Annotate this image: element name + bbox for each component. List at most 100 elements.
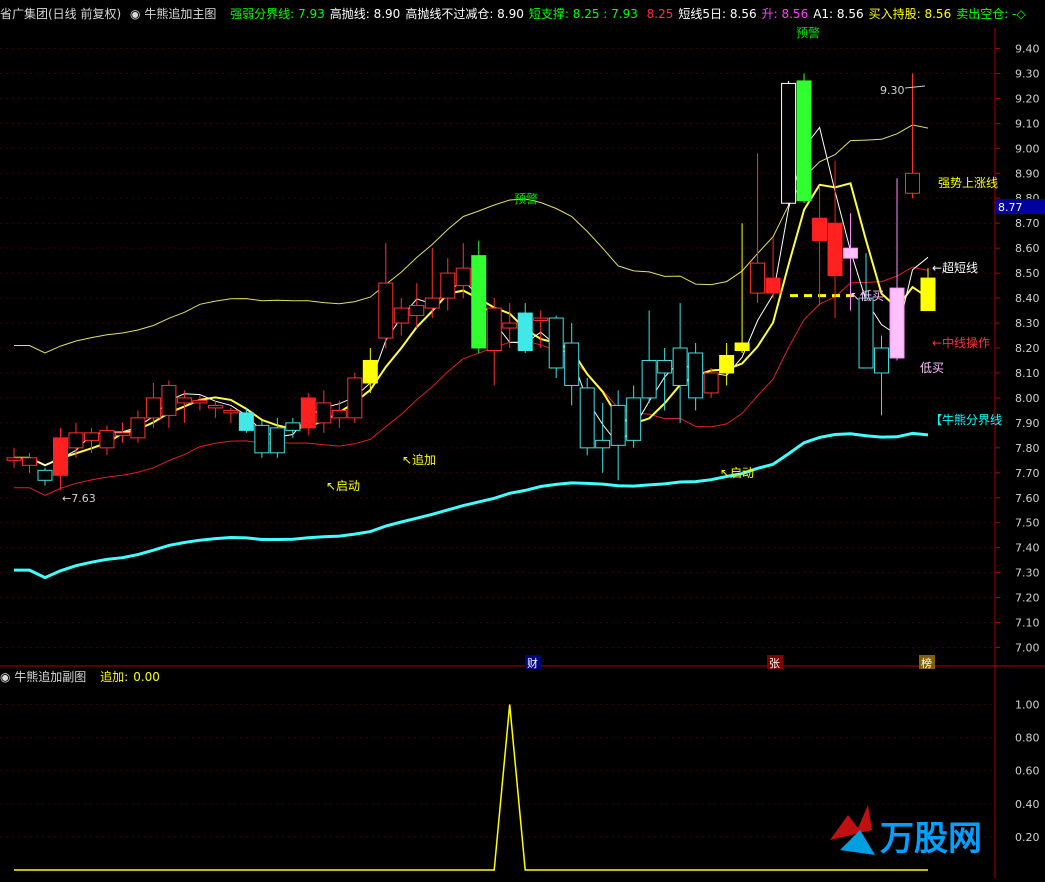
candle-body-52 (812, 217, 828, 242)
tick-label-16: 7.80 (1015, 442, 1040, 455)
candle-31 (486, 298, 502, 386)
candle-body-57 (889, 287, 905, 359)
candle-42 (657, 348, 673, 411)
lower-band-line (14, 266, 929, 496)
candle-body-50 (781, 82, 797, 204)
candle-33 (517, 303, 533, 353)
candle-56 (874, 335, 890, 416)
candle-44 (688, 343, 704, 411)
candle-body-23 (362, 359, 378, 384)
candle-45 (703, 367, 719, 398)
candle-body-46 (719, 354, 735, 374)
tick-label-22: 7.20 (1015, 592, 1040, 605)
candle-body-10 (161, 384, 177, 416)
candle-body-51 (796, 80, 812, 202)
candle-11 (176, 390, 192, 423)
candle-body-6 (99, 429, 115, 449)
candle-body-56 (874, 347, 890, 374)
candle-19 (300, 392, 316, 436)
sub-indicator-name[interactable]: ◉ 牛熊追加副图 (0, 670, 91, 684)
annot-qidong-2: ↖启动 (720, 466, 754, 480)
sub-header: ◉ 牛熊追加副图 追加: 0.00 (0, 666, 995, 688)
sub-tick-label-2: 0.60 (1015, 765, 1040, 778)
candle-body-0 (6, 457, 22, 461)
candle-body-16 (254, 424, 270, 454)
tick-label-1: 9.30 (1015, 67, 1040, 80)
candle-body-41 (641, 359, 657, 399)
candle-body-37 (579, 387, 595, 449)
candle-30 (471, 240, 487, 353)
annot-chaoduan: ←超短线 (932, 260, 978, 275)
candle-50 (781, 80, 797, 206)
tick-label-19: 7.50 (1015, 517, 1040, 530)
candle-16 (254, 420, 270, 458)
candle-body-4 (68, 432, 84, 449)
candle-48 (750, 153, 766, 304)
candle-body-44 (688, 352, 704, 399)
candle-body-17 (269, 427, 285, 454)
sub-item-label: 追加: (100, 670, 129, 684)
candle-body-22 (347, 377, 363, 419)
candle-body-24 (378, 282, 394, 339)
tick-label-7: 8.70 (1015, 217, 1040, 230)
candle-body-7 (114, 432, 130, 436)
candle-1 (21, 452, 37, 473)
annot-low-price: ←7.63 (62, 492, 96, 505)
candle-36 (564, 323, 580, 406)
candle-52 (812, 185, 828, 306)
tick-label-13: 8.10 (1015, 367, 1040, 380)
tick-label-10: 8.40 (1015, 292, 1040, 305)
candle-body-33 (517, 312, 533, 351)
candle-body-27 (424, 297, 440, 309)
candle-51 (796, 73, 812, 204)
candle-25 (393, 298, 409, 336)
candle-body-38 (595, 439, 611, 449)
candle-10 (161, 380, 177, 428)
candle-20 (316, 390, 332, 433)
candle-body-8 (130, 417, 146, 439)
candle-8 (130, 410, 146, 443)
bull-bear-line (14, 431, 929, 580)
annot-zhuijia: ↖追加 (402, 452, 436, 467)
candle-body-2 (37, 469, 53, 481)
candle-body-48 (750, 262, 766, 294)
candle-43 (672, 303, 688, 423)
candle-body-11 (176, 397, 192, 404)
candle-41 (641, 310, 657, 403)
candle-body-19 (300, 397, 316, 429)
tick-label-12: 8.20 (1015, 342, 1040, 355)
annot-niuxiong: 【牛熊分界线 (930, 412, 1002, 427)
candle-body-39 (610, 404, 626, 446)
candle-body-25 (393, 307, 409, 324)
candle-body-31 (486, 307, 502, 351)
candle-27 (424, 248, 440, 319)
sub-tick-label-0: 1.00 (1015, 699, 1040, 712)
annot-high-price: 9.30 (880, 84, 905, 97)
candle-body-14 (223, 409, 239, 414)
candle-23 (362, 348, 378, 393)
annot-yujing-2: 预警 (796, 25, 820, 40)
tick-label-20: 7.40 (1015, 542, 1040, 555)
tick-label-18: 7.60 (1015, 492, 1040, 505)
short-line (14, 182, 929, 467)
annot-yujing-1: 预警 (514, 191, 538, 206)
candle-body-42 (657, 359, 673, 374)
tick-label-15: 7.90 (1015, 417, 1040, 430)
sub-line (14, 704, 928, 871)
candle-22 (347, 372, 363, 423)
chart-canvas[interactable]: 9.409.309.209.109.008.908.808.708.608.50… (0, 0, 1045, 878)
candle-body-34 (533, 317, 549, 322)
candle-body-58 (905, 172, 921, 194)
candle-body-40 (626, 397, 642, 441)
logo-icon: 万股网 (830, 805, 982, 859)
candle-body-28 (440, 272, 456, 299)
candle-37 (579, 377, 595, 456)
logo-text: 万股网 (880, 819, 982, 859)
candle-body-30 (471, 255, 487, 349)
tick-label-21: 7.30 (1015, 567, 1040, 580)
candle-body-9 (145, 397, 161, 419)
candle-46 (719, 343, 735, 386)
y-axis: 9.409.309.209.109.008.908.808.708.608.50… (995, 42, 1040, 844)
candle-body-29 (455, 267, 471, 287)
candle-38 (595, 402, 611, 473)
